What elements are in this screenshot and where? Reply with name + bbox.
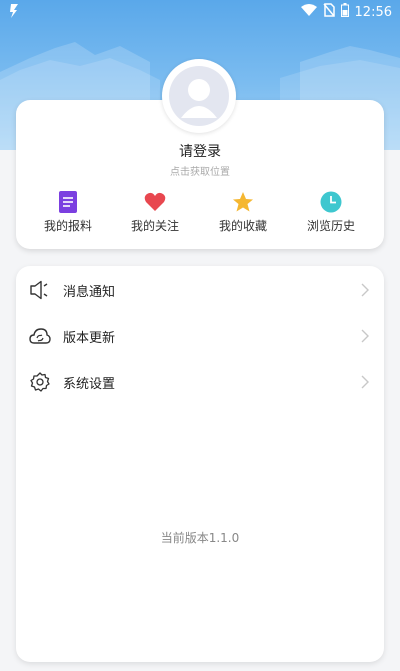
menu-item-system-settings[interactable]: 系统设置 <box>16 359 384 405</box>
default-avatar-icon <box>169 66 229 126</box>
menu-item-label: 系统设置 <box>63 376 116 392</box>
settings-menu: 消息通知 版本更新 系统设置 当前版本1.1.0 <box>16 266 384 662</box>
status-icons: 12:56 <box>300 3 392 21</box>
heart-icon <box>115 190 195 214</box>
no-sim-icon <box>322 3 335 21</box>
location-hint[interactable]: 点击获取位置 <box>0 163 400 178</box>
chevron-right-icon <box>361 329 369 343</box>
quick-item-label: 我的报料 <box>43 219 92 233</box>
status-bar: 12:56 <box>0 0 400 24</box>
quick-item-label: 浏览历史 <box>306 219 355 233</box>
quick-item-my-favorites[interactable]: 我的收藏 <box>203 190 283 234</box>
document-icon <box>28 190 108 214</box>
quick-item-my-reports[interactable]: 我的报料 <box>28 190 108 234</box>
star-icon <box>203 190 283 214</box>
version-text: 当前版本1.1.0 <box>160 531 240 545</box>
menu-item-version-update[interactable]: 版本更新 <box>16 313 384 359</box>
clock-icon <box>291 190 371 214</box>
quick-item-label: 我的收藏 <box>218 219 267 233</box>
status-time: 12:56 <box>354 4 392 20</box>
chevron-right-icon <box>361 283 369 297</box>
avatar[interactable] <box>162 59 236 133</box>
gear-icon <box>28 370 52 394</box>
quick-item-label: 我的关注 <box>130 219 179 233</box>
battery-icon <box>340 3 349 21</box>
app-notification-icon <box>8 3 20 23</box>
login-title[interactable]: 请登录 <box>0 141 400 161</box>
menu-item-label: 版本更新 <box>63 330 116 346</box>
chevron-right-icon <box>361 375 369 389</box>
menu-item-notifications[interactable]: 消息通知 <box>16 267 384 313</box>
quick-item-history[interactable]: 浏览历史 <box>291 190 371 234</box>
speaker-icon <box>28 278 52 302</box>
quick-actions: 我的报料 我的关注 我的收藏 浏览历史 <box>16 190 384 240</box>
wifi-icon <box>300 3 317 21</box>
cloud-sync-icon <box>28 324 52 348</box>
quick-item-my-follows[interactable]: 我的关注 <box>115 190 195 234</box>
menu-item-label: 消息通知 <box>63 284 116 300</box>
